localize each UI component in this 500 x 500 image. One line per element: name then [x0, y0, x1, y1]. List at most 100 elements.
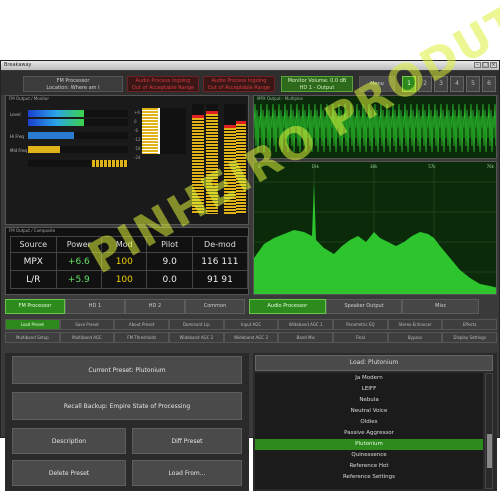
- tab-common[interactable]: Common: [185, 299, 245, 314]
- level-meter-2: [28, 119, 128, 126]
- tab-fm-thresholds[interactable]: FM Thresholds: [114, 332, 170, 343]
- monitor-volume-button[interactable]: Monitor Volume: 0.0 dB HD 1 - Output: [281, 76, 353, 92]
- tab-wideband-agc-1[interactable]: Wideband AGC 1: [278, 319, 334, 330]
- close-icon[interactable]: ×: [490, 62, 497, 68]
- preset-slot-6-button[interactable]: 6: [482, 76, 496, 92]
- tab-speaker-output[interactable]: Speaker Output: [325, 299, 403, 314]
- top-status-bar: FM Processor Location: Where am I Audio …: [1, 71, 499, 95]
- level-meter-fill: [28, 110, 84, 117]
- list-item[interactable]: Passive Aggressor: [255, 428, 483, 439]
- preset-slot-3-button[interactable]: 3: [434, 76, 448, 92]
- tab-multiband-setup[interactable]: Multiband Setup: [5, 332, 60, 343]
- output-meter-4: [236, 104, 246, 214]
- lf-meter: [28, 160, 128, 167]
- meter-label: Mid Freq: [10, 148, 27, 153]
- demod-cell: 116 111: [191, 252, 249, 271]
- description-button[interactable]: Description: [11, 427, 127, 455]
- recall-backup-button[interactable]: Recall Backup: Empire State of Processin…: [11, 391, 243, 421]
- menu-button[interactable]: Menu: [359, 76, 395, 92]
- tab-audio-processor[interactable]: Audio Processor: [249, 299, 326, 314]
- tab-load-preset[interactable]: Load Preset: [5, 319, 60, 330]
- column-header: Power: [55, 236, 103, 253]
- freq-tick: 57k: [428, 164, 436, 169]
- title-bar: Breakaway – □ ×: [1, 61, 499, 70]
- diff-preset-button[interactable]: Diff Preset: [131, 427, 243, 455]
- tab-effects[interactable]: Effects: [442, 319, 498, 330]
- tab-hd1[interactable]: HD 1: [65, 299, 125, 314]
- tab-wideband-agc-2[interactable]: Wideband AGC 2: [169, 332, 224, 343]
- meter-label: Hi Freq: [10, 134, 24, 139]
- tab-multiband-agc[interactable]: Multiband AGC: [59, 332, 115, 343]
- preset-list-panel: Load: Plutonium Ja Modern LEIFF Nebula N…: [253, 353, 497, 491]
- power-cell: +6.6: [55, 252, 103, 271]
- scale-tick: -12: [134, 137, 141, 142]
- preset-slot-1-button[interactable]: 1: [402, 76, 416, 92]
- tab-bypass[interactable]: Bypass: [387, 332, 443, 343]
- tab-dominant-lip[interactable]: Dominant Lip: [169, 319, 224, 330]
- tab-fm-processor[interactable]: FM Processor: [5, 299, 65, 314]
- preset-slot-5-button[interactable]: 5: [466, 76, 480, 92]
- tab-band-mix[interactable]: Band Mix: [278, 332, 334, 343]
- current-preset-button[interactable]: Current Preset: Plutonium: [11, 355, 243, 385]
- hf-meter: [28, 132, 128, 139]
- freq-tick: 76k: [486, 164, 494, 169]
- preset-slot-4-button[interactable]: 4: [450, 76, 464, 92]
- list-item[interactable]: Quinessence: [255, 450, 483, 461]
- monitor-line: HD 1 - Output: [299, 84, 335, 91]
- output-meter-left: [192, 104, 204, 214]
- tab-input-agc[interactable]: Input AGC: [223, 319, 279, 330]
- alert-line: Audio Process Ingoing: [135, 78, 191, 84]
- preset-list-scrollbar[interactable]: [485, 373, 493, 489]
- tab-hd2[interactable]: HD 2: [125, 299, 185, 314]
- list-item[interactable]: Ja Modern: [255, 373, 483, 384]
- tab-final[interactable]: Final: [333, 332, 388, 343]
- frequency-axis: 0 19k 38k 57k 76k: [258, 164, 494, 169]
- tab-parametric-eq[interactable]: Parametric EQ: [333, 319, 388, 330]
- list-item[interactable]: LEIFF: [255, 384, 483, 395]
- status-line-2: Location: Where am I: [46, 84, 100, 91]
- spectrum-graph: [254, 162, 496, 294]
- preset-slot-2-button[interactable]: 2: [418, 76, 432, 92]
- scale-tick: +6: [134, 110, 140, 115]
- table-header-row: Source Power Mod Pilot De-mod: [10, 236, 249, 253]
- freq-tick: 38k: [369, 164, 378, 169]
- scrollbar-thumb[interactable]: [487, 434, 492, 468]
- stats-label: FM Output / Composite: [9, 228, 56, 233]
- list-item[interactable]: Reference Settings: [255, 472, 483, 483]
- tab-save-preset[interactable]: Save Preset: [59, 319, 115, 330]
- source-cell: MPX: [10, 252, 57, 271]
- function-tabs-row-2: Multiband Setup Multiband AGC FM Thresho…: [5, 332, 498, 343]
- pilot-cell: 0.0: [146, 270, 193, 289]
- scale-tick: 0: [134, 119, 137, 124]
- list-item[interactable]: Oldies: [255, 417, 483, 428]
- meter-label: Level: [10, 112, 21, 117]
- source-cell: L/R: [10, 270, 57, 289]
- tab-wideband-agc-3[interactable]: Wideband AGC 3: [223, 332, 279, 343]
- maximize-icon[interactable]: □: [482, 62, 489, 68]
- tab-display-settings[interactable]: Display Settings: [442, 332, 498, 343]
- oscilloscope-display: MPX Output - Multiplex: [253, 95, 497, 159]
- list-item-selected[interactable]: Plutonium: [255, 439, 483, 450]
- load-preset-button[interactable]: Load: Plutonium: [255, 355, 493, 371]
- scope-label: MPX Output - Multiplex: [257, 96, 303, 101]
- freq-tick: 19k: [311, 164, 319, 169]
- list-item[interactable]: Reference Hot: [255, 461, 483, 472]
- output-meter-3: [224, 104, 236, 214]
- power-cell: +5.9: [55, 270, 103, 289]
- tab-about-preset[interactable]: About Preset: [114, 319, 170, 330]
- tab-misc[interactable]: Misc: [402, 299, 480, 314]
- lf-meter-fill: [92, 160, 128, 167]
- list-item[interactable]: Neutral Voice: [255, 406, 483, 417]
- column-header: Source: [10, 236, 57, 253]
- stats-table: Source Power Mod Pilot De-mod MPX +6.6 1…: [10, 236, 249, 289]
- alert-line: Out of Acceptable Range: [207, 84, 271, 91]
- pilot-cell: 9.0: [146, 252, 193, 271]
- tab-stereo-enhancer[interactable]: Stereo Enhancer: [387, 319, 443, 330]
- list-item[interactable]: Nebula: [255, 395, 483, 406]
- hf-meter-fill: [28, 132, 74, 139]
- delete-preset-button[interactable]: Delete Preset: [11, 459, 127, 487]
- load-from-button[interactable]: Load From...: [131, 459, 243, 487]
- minimize-icon[interactable]: –: [474, 62, 481, 68]
- monitor-line: Monitor Volume: 0.0 dB: [287, 78, 347, 84]
- meter-scale: +6 0 -6 -12 -18 -24: [134, 108, 141, 162]
